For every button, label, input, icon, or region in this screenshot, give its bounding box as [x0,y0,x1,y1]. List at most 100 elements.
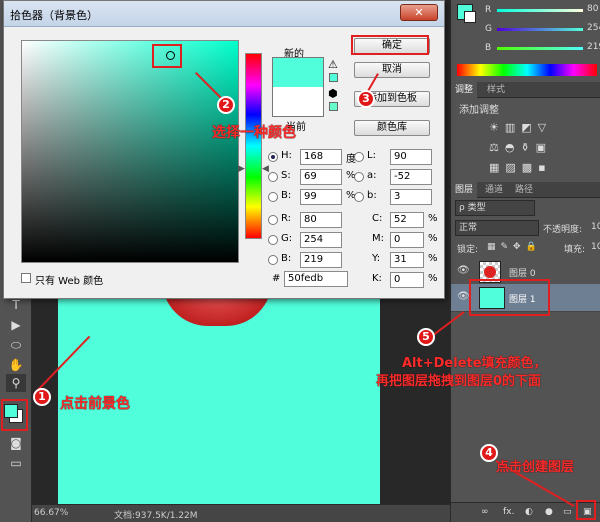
opacity-value[interactable]: 10 [591,222,600,232]
cancel-button[interactable]: 取消 [354,62,430,78]
g-input[interactable]: 254 [300,232,342,248]
fx-icon[interactable]: fx. [503,507,514,517]
blue-row: B: 219 [268,252,350,268]
lab-b-radio[interactable] [354,192,364,202]
opacity-label: 不透明度: [543,225,583,235]
web-safe-color-swatch[interactable] [329,102,338,111]
r-radio[interactable] [268,215,278,225]
s-radio[interactable] [268,172,278,182]
l-input[interactable]: 90 [390,149,432,165]
hue-slider[interactable] [245,53,262,239]
step-badge-3: 3 [357,90,375,108]
b-slider[interactable] [497,47,583,50]
h-input[interactable]: 168 [300,149,342,165]
k-label: K: [372,273,382,284]
mask-icon[interactable]: ◐ [525,507,533,517]
tab-channels[interactable]: 通道 [481,182,507,198]
hex-input[interactable]: 50fedb [284,271,348,287]
screen-mode-icon[interactable]: ▭ [6,454,26,472]
m-row: M: 0% [372,232,438,248]
lab-b-row: b: 3 [354,189,434,205]
hue-slider-left-arrow[interactable]: ▶ [238,164,245,174]
l-radio[interactable] [354,152,364,162]
g-label: G [485,24,492,34]
path-select-icon[interactable]: ▶ [6,316,26,334]
lock-icons[interactable]: ▦✎✥🔒 [487,242,542,252]
doc-size: 文档:937.5K/1.22M [114,511,198,521]
visibility-eye-icon[interactable]: 👁 [457,265,470,276]
web-only-checkbox[interactable] [21,273,31,283]
g-radio[interactable] [268,235,278,245]
k-input[interactable]: 0 [390,272,424,288]
link-layers-icon[interactable]: ∞ [481,507,489,517]
group-icon[interactable]: ▭ [563,507,572,517]
saturation-brightness-field[interactable] [21,40,239,263]
adjustment-layer-icon[interactable]: ● [545,507,553,517]
g-label: G: [281,233,293,244]
s-input[interactable]: 69 [300,169,342,185]
web-safe-cube-icon[interactable]: ⬢ [328,87,338,100]
r-input[interactable]: 80 [300,212,342,228]
color-libraries-button[interactable]: 颜色库 [354,120,430,136]
g-slider[interactable] [497,28,583,31]
green-row: G: 254 [268,232,350,248]
annotation-box-new-layer [576,500,596,520]
annotation-box-ok [351,35,429,55]
b-input[interactable]: 99 [300,189,342,205]
r-slider[interactable] [497,9,583,12]
layer-name[interactable]: 图层 0 [509,266,536,279]
current-color-preview[interactable] [272,87,324,117]
c-row: C: 52% [372,212,438,228]
quick-mask-icon[interactable]: ◙ [6,434,26,452]
gamut-color-swatch[interactable] [329,73,338,82]
layer-kind-filter[interactable]: ρ 类型 [455,200,535,216]
y-input[interactable]: 31 [390,252,424,268]
hand-tool-icon[interactable]: ✋ [6,356,26,374]
blend-mode-select[interactable]: 正常 [455,220,539,236]
tab-paths[interactable]: 路径 [511,182,537,198]
visibility-eye-icon[interactable]: 👁 [457,291,470,302]
hue-radio[interactable] [268,152,278,162]
close-icon[interactable]: ✕ [400,4,438,21]
callout-step5-line2: 再把图层拖拽到图层0的下面 [376,374,542,389]
callout-step1: 点击前景色 [60,396,130,412]
lab-b-input[interactable]: 3 [390,189,432,205]
layers-tabs: 图层 通道 路径 [451,182,600,198]
a-radio[interactable] [354,172,364,182]
lock-label: 锁定: [457,245,479,255]
zoom-tool-icon[interactable]: ⚲ [6,374,26,392]
r-value[interactable]: 80 [587,4,598,14]
tab-adjustments[interactable]: 调整 [451,82,478,98]
b-label: B [485,43,492,53]
a-input[interactable]: -52 [390,169,432,185]
new-color-preview [272,57,324,87]
annotation-box-color-point [152,44,182,68]
callout-step2: 选择一种颜色 [212,125,296,141]
g-value[interactable]: 254 [587,23,600,33]
a-row: a: -52 [354,169,434,185]
annotation-box-layer1 [469,279,550,316]
dialog-title: 拾色器（背景色） [10,9,98,22]
blue-input[interactable]: 219 [300,252,342,268]
k-row: K: 0% [372,272,438,288]
m-input[interactable]: 0 [390,232,424,248]
b-radio[interactable] [268,192,278,202]
tab-layers[interactable]: 图层 [451,182,478,198]
tab-styles[interactable]: 样式 [483,82,509,98]
red-row: R: 80 [268,212,350,228]
y-unit: % [428,253,438,264]
blue-radio[interactable] [268,255,278,265]
step-badge-5: 5 [417,328,435,346]
adjustment-icons[interactable]: ☀▥◩▽ ⚖◓⚱▣ ▦▨▩▪ [489,118,589,178]
s-label: S: [281,170,291,181]
b-value[interactable]: 219 [587,42,600,52]
status-bar: 66.67% 文档:937.5K/1.22M [32,504,450,522]
out-of-gamut-warning-icon[interactable]: ⚠ [328,58,338,71]
color-spectrum-bar[interactable] [457,64,597,76]
c-input[interactable]: 52 [390,212,424,228]
shape-tool-icon[interactable]: ⬭ [6,336,26,354]
k-unit: % [428,273,438,284]
panel-background-swatch[interactable] [464,11,476,23]
callout-step4: 点击创建图层 [496,460,575,475]
fill-value[interactable]: 10 [591,242,600,252]
